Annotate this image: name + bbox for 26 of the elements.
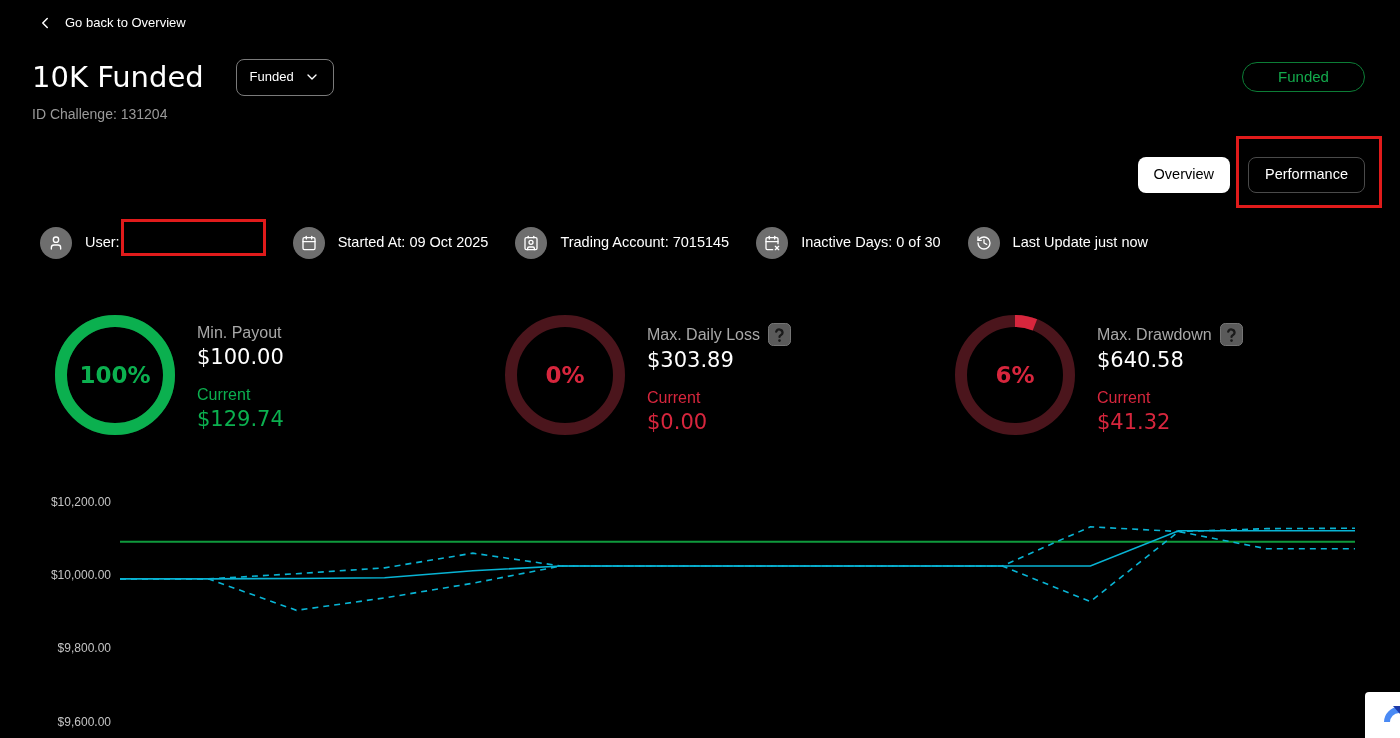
current-value: $0.00: [647, 409, 709, 436]
axis-label: $9,800.00: [57, 641, 111, 656]
info-label: Started At: 09 Oct 2025: [337, 233, 489, 253]
current-label: Current: [1097, 388, 1152, 408]
current-value: $41.32: [1097, 409, 1172, 436]
percent-label: 0%: [544, 360, 586, 390]
axis-label: $10,000.00: [50, 568, 111, 583]
limit-value: $640.58: [1097, 347, 1185, 374]
current-label: Current: [197, 385, 252, 405]
info-label: Trading Account: 7015145: [560, 233, 730, 253]
percent-label: 100%: [78, 360, 152, 390]
gauge-label: Max. Drawdown: [1097, 324, 1212, 345]
page-title: 10K Funded: [32, 59, 204, 96]
info-label: Inactive Days: 0 of 30: [801, 233, 941, 253]
percent-label: 6%: [994, 360, 1036, 390]
axis-label: $10,200.00: [50, 494, 111, 509]
gauge-label: Max. Daily Loss: [647, 324, 760, 345]
gauge-label: Min. Payout: [197, 323, 282, 343]
current-value: $129.74: [197, 406, 284, 433]
current-label: Current: [647, 388, 702, 408]
challenge-id: ID Challenge: 131204: [32, 104, 168, 124]
limit-value: $303.89: [647, 347, 735, 374]
info-label: Last Update just now: [1012, 233, 1149, 253]
axis-label: $9,600.00: [57, 714, 111, 729]
limit-value: $100.00: [197, 344, 284, 371]
info-label: User:: [85, 233, 120, 253]
